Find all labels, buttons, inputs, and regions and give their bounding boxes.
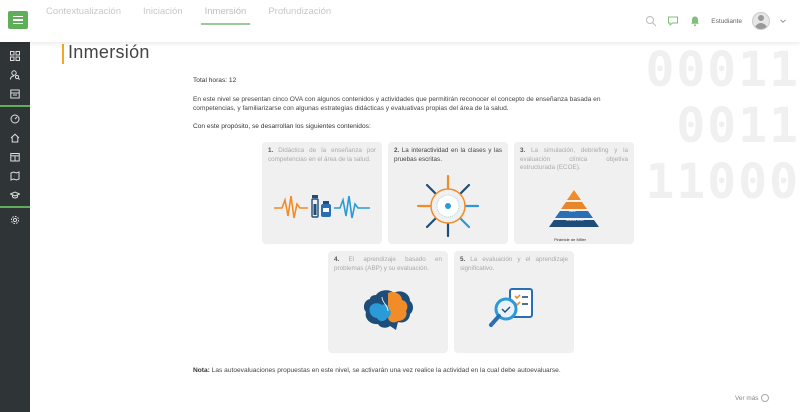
tab-iniciacion[interactable]: Iniciación <box>139 4 187 25</box>
content-card-2[interactable]: 2. La interactividad en la clases y las … <box>388 142 508 244</box>
user-search-icon <box>10 69 20 80</box>
network-wheel-icon <box>416 174 480 238</box>
tab-inmersion[interactable]: Inmersión <box>200 4 251 25</box>
pyramid-level-label: Sabe cómo <box>566 227 581 231</box>
card-number: 4. <box>334 256 340 263</box>
card-number: 2. <box>394 147 400 154</box>
page-title: Inmersión <box>68 42 150 62</box>
sidebar-item-dashboard-grid[interactable] <box>0 46 30 65</box>
sidebar-item-progress[interactable] <box>0 109 30 128</box>
bell-icon[interactable] <box>689 15 701 27</box>
note-text: Las autoevaluaciones propuestas en este … <box>209 367 561 374</box>
see-more-link[interactable]: Ver más <box>735 394 770 402</box>
tab-profundizacion[interactable]: Profundización <box>264 4 335 25</box>
card-title: Didáctica de la enseñanza por competenci… <box>268 147 377 163</box>
content-card-3[interactable]: 3. La simulación, debriefing y la evalua… <box>514 142 634 244</box>
purpose-text: Con este propósito, se desarrollan los s… <box>193 123 371 130</box>
content-card-4[interactable]: 4. El aprendizaje basado en problemas (A… <box>328 251 448 353</box>
card-title: La simulación, debriefing y la evaluació… <box>520 147 628 171</box>
note-label: Nota: <box>193 367 210 374</box>
intro-paragraph: En este nivel se presentan cinco OVA con… <box>193 96 601 112</box>
content-card-5[interactable]: 5. La evaluación y el aprendizaje signif… <box>454 251 574 353</box>
user-name: Estudiante <box>711 17 742 25</box>
pyramid-level-label: Hace <box>569 209 576 213</box>
total-hours: Total horas: 12 <box>193 77 237 84</box>
top-bar: Contextualización Iniciación Inmersión P… <box>0 0 800 42</box>
brain-icon <box>363 290 413 330</box>
chat-icon[interactable] <box>667 15 679 27</box>
card-number: 1. <box>268 147 274 154</box>
chevron-down-icon[interactable] <box>780 18 786 24</box>
sidebar-item-calendar[interactable] <box>0 147 30 166</box>
sidebar <box>0 42 30 412</box>
card-title: La interactividad en la clases y las pru… <box>394 147 502 163</box>
level-tabs: Contextualización Iniciación Inmersión P… <box>42 4 335 25</box>
pyramid-level-label: Muestra cómo <box>566 218 584 222</box>
main-content: Total horas: 12 En este nivel se present… <box>193 76 643 131</box>
calendar-icon <box>10 152 20 161</box>
content-card-1[interactable]: 1. Didáctica de la enseñanza por compete… <box>262 142 382 244</box>
card-title: La evaluación y el aprendizaje significa… <box>460 256 569 272</box>
map-icon <box>10 170 20 181</box>
home-icon <box>10 133 20 142</box>
sidebar-divider <box>0 206 30 208</box>
sidebar-item-contents[interactable] <box>0 84 30 103</box>
dashboard-icon <box>10 114 20 123</box>
autoevaluation-note: Nota: Las autoevaluaciones propuestas en… <box>193 367 561 374</box>
pyramid-caption: Pirámide de Miller <box>554 237 587 242</box>
hamburger-menu-icon[interactable] <box>8 11 28 29</box>
book-icon <box>10 89 20 98</box>
sidebar-item-map[interactable] <box>0 166 30 185</box>
see-more-label: Ver más <box>735 394 759 402</box>
card-title: El aprendizaje basado en problemas (ABP)… <box>334 256 442 272</box>
sidebar-item-settings[interactable] <box>0 210 30 229</box>
settings-icon <box>10 215 20 224</box>
heartbeat-vial-icon <box>274 195 370 219</box>
card-number: 3. <box>520 147 526 154</box>
tab-contextualizacion[interactable]: Contextualización <box>42 4 125 25</box>
magnifier-checklist-icon <box>489 288 533 327</box>
circle-arrow-icon <box>761 394 770 402</box>
sidebar-item-home[interactable] <box>0 128 30 147</box>
search-icon[interactable] <box>645 15 657 27</box>
sidebar-divider <box>0 105 30 107</box>
sidebar-item-graduation[interactable] <box>0 185 30 204</box>
graduation-icon <box>10 190 20 198</box>
card-number: 5. <box>460 256 466 263</box>
title-accent-bar <box>62 44 64 64</box>
sidebar-item-profile[interactable] <box>0 65 30 84</box>
avatar[interactable] <box>752 12 770 30</box>
grid-icon <box>10 50 20 61</box>
